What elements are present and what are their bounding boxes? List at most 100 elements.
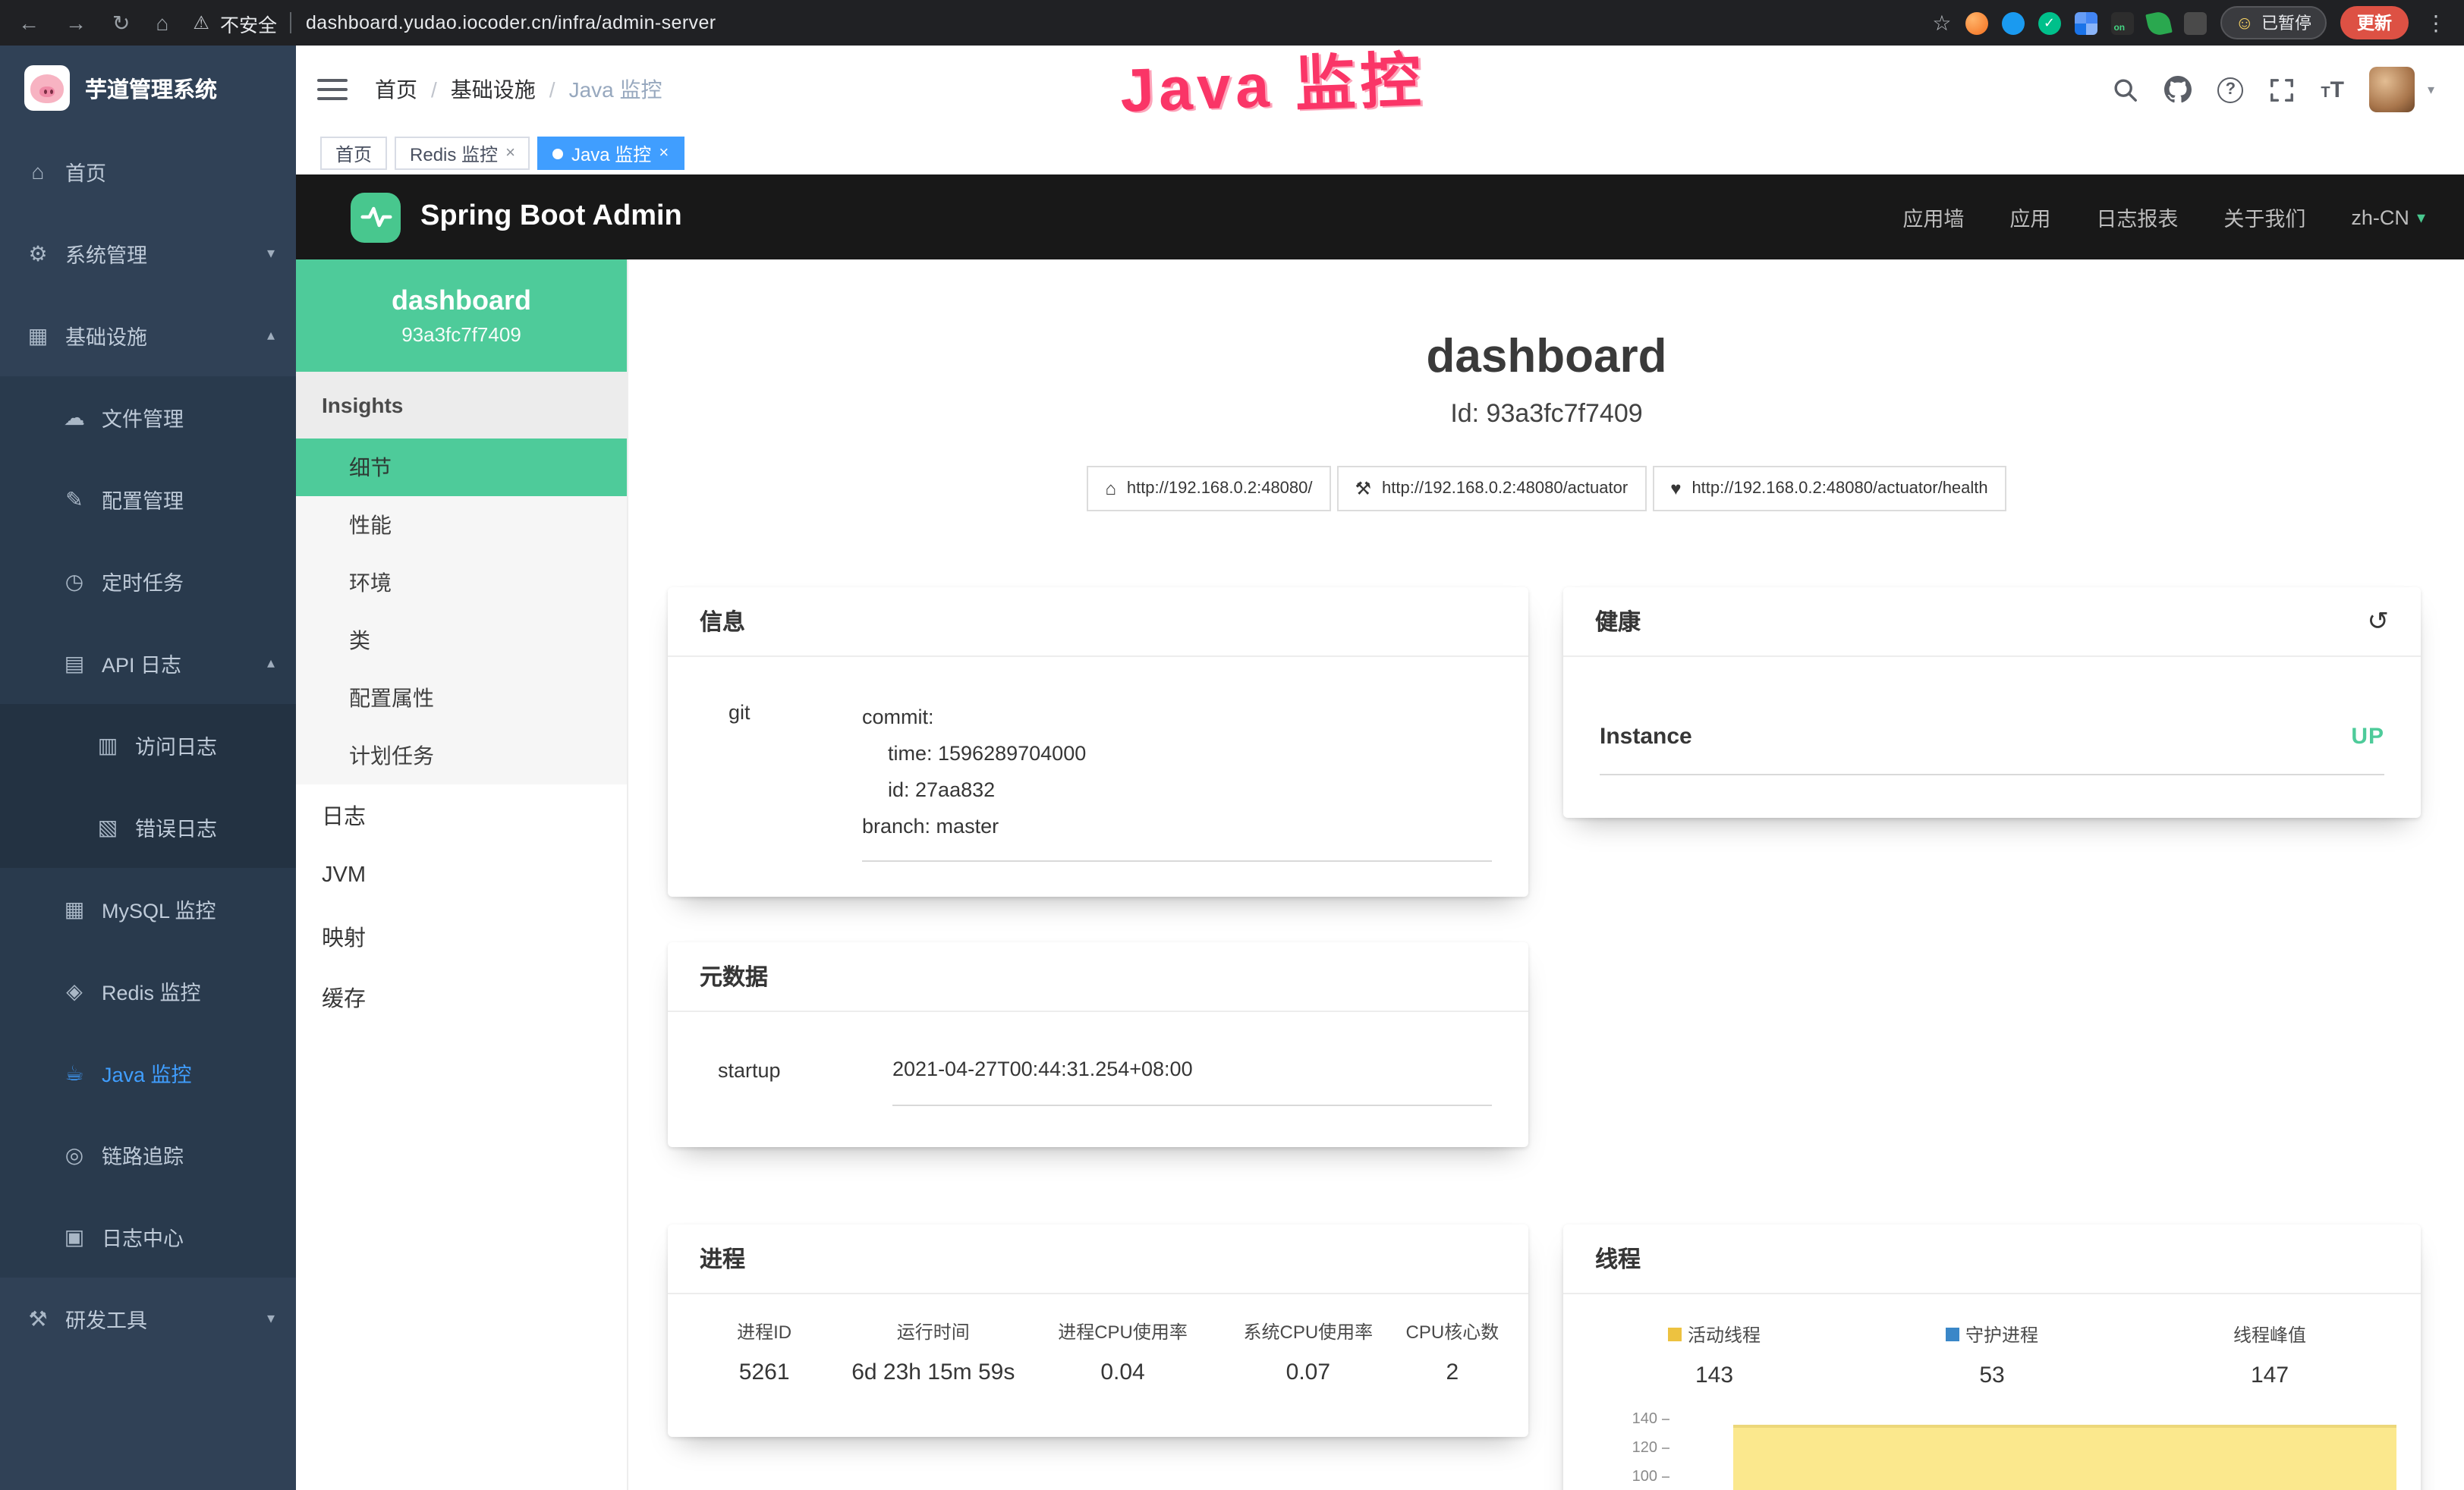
- link-label: http://192.168.0.2:48080/: [1127, 479, 1313, 498]
- sidebar-item-config-mgmt[interactable]: ✎ 配置管理: [0, 458, 296, 540]
- sidebar-item-log-center[interactable]: ▣ 日志中心: [0, 1196, 296, 1278]
- health-card: 健康 ↺ Instance UP: [1563, 587, 2421, 818]
- health-row: Instance UP: [1600, 724, 2384, 775]
- check-extension-icon[interactable]: ✓: [2038, 11, 2060, 34]
- process-card-header: 进程: [668, 1224, 1528, 1294]
- tab-java-monitor[interactable]: Java 监控 ×: [538, 137, 684, 170]
- sba-item-mappings[interactable]: 映射: [296, 906, 627, 967]
- security-label: 不安全: [220, 8, 277, 37]
- github-icon[interactable]: [2164, 76, 2192, 103]
- sba-item-details[interactable]: 细节: [296, 439, 627, 496]
- sidebar-item-home[interactable]: ⌂ 首页: [0, 130, 296, 212]
- breadcrumb-separator: /: [431, 77, 437, 102]
- sba-section-insights: Insights: [296, 372, 627, 439]
- close-icon[interactable]: ×: [659, 144, 669, 162]
- sidebar-item-java-monitor[interactable]: ☕ Java 监控: [0, 1032, 296, 1114]
- back-icon[interactable]: ←: [18, 11, 39, 35]
- git-commit-line: commit:: [862, 699, 1492, 736]
- search-icon[interactable]: [2113, 77, 2138, 102]
- card-title: 健康: [1595, 605, 1641, 637]
- breadcrumb-infrastructure[interactable]: 基础设施: [451, 74, 536, 105]
- legend-value: 147: [2131, 1363, 2409, 1388]
- app-sidebar: 芋道管理系统 ⌂ 首页 ⚙ 系统管理 ▾ ▦ 基础设施 ▴ ☁ 文件管理 ✎: [0, 46, 296, 1490]
- health-url-link[interactable]: ♥ http://192.168.0.2:48080/actuator/heal…: [1652, 466, 2006, 511]
- sba-logo-icon[interactable]: [351, 192, 401, 242]
- reload-icon[interactable]: ↻: [112, 10, 130, 36]
- close-icon[interactable]: ×: [505, 144, 515, 162]
- status-badge: UP: [2351, 724, 2384, 750]
- trace-icon: ◎: [61, 1142, 88, 1168]
- sidebar-item-error-logs[interactable]: ▧ 错误日志: [0, 786, 296, 868]
- app-title: 芋道管理系统: [85, 72, 217, 104]
- sba-item-logs[interactable]: 日志: [296, 784, 627, 845]
- sba-item-jvm[interactable]: JVM: [296, 845, 627, 906]
- sidebar-item-api-logs[interactable]: ▤ API 日志 ▴: [0, 622, 296, 704]
- info-card: 信息 git commit: time: 1596289704000 id: 2…: [668, 587, 1528, 897]
- paused-badge[interactable]: ☺ 已暂停: [2220, 6, 2327, 39]
- process-col-process-cpu: 进程CPU使用率 0.04: [1024, 1319, 1222, 1385]
- sidebar-item-label: 配置管理: [102, 484, 184, 514]
- sba-item-caches[interactable]: 缓存: [296, 967, 627, 1027]
- address-bar[interactable]: ⚠ 不安全 dashboard.yudao.iocoder.cn/infra/a…: [193, 8, 716, 37]
- sba-nav-applications[interactable]: 应用: [2009, 202, 2050, 232]
- sba-nav-wallboard[interactable]: 应用墙: [1902, 202, 1964, 232]
- locale-selector[interactable]: zh-CN ▾: [2351, 206, 2425, 228]
- threads-chart: 140 120 100: [1618, 1397, 2396, 1490]
- help-icon[interactable]: ?: [2217, 77, 2243, 102]
- hamburger-icon[interactable]: [317, 79, 348, 100]
- fullscreen-icon[interactable]: [2269, 77, 2295, 102]
- heart-icon: ♥: [1670, 478, 1681, 499]
- sidebar-item-link-tracing[interactable]: ◎ 链路追踪: [0, 1114, 296, 1196]
- legend-value: 143: [1575, 1363, 1853, 1388]
- health-instance-label: Instance: [1600, 724, 1692, 750]
- process-table: 进程ID 5261 运行时间 6d 23h 15m 59s 进程CPU使用率 0…: [668, 1294, 1528, 1385]
- home-icon[interactable]: ⌂: [156, 11, 168, 35]
- sidebar-item-mysql-monitor[interactable]: ▦ MySQL 监控: [0, 868, 296, 950]
- sidebar-item-redis-monitor[interactable]: ◈ Redis 监控: [0, 950, 296, 1032]
- update-button[interactable]: 更新: [2340, 6, 2409, 39]
- history-icon[interactable]: ↺: [2368, 606, 2390, 637]
- cell-value: 0.04: [1024, 1360, 1222, 1385]
- process-card: 进程 进程ID 5261 运行时间 6d 23h 15m 59s: [668, 1224, 1528, 1437]
- sba-item-config-properties[interactable]: 配置属性: [296, 669, 627, 727]
- leaf-extension-icon[interactable]: [2145, 9, 2173, 36]
- info-key: git: [729, 699, 862, 862]
- sidebar-item-label: 定时任务: [102, 566, 184, 596]
- forward-icon[interactable]: →: [65, 11, 87, 35]
- breadcrumb-home[interactable]: 首页: [375, 74, 417, 105]
- browser-extensions-area: ☆ ✓ ☺ 已暂停 更新 ⋮: [1932, 6, 2447, 39]
- sidebar-item-infrastructure[interactable]: ▦ 基础设施 ▴: [0, 294, 296, 376]
- sidebar-item-system-mgmt[interactable]: ⚙ 系统管理 ▾: [0, 212, 296, 294]
- sba-item-performance[interactable]: 性能: [296, 496, 627, 554]
- browser-menu-icon[interactable]: ⋮: [2425, 10, 2447, 36]
- bookmark-star-icon[interactable]: ☆: [1932, 10, 1951, 36]
- sba-brand[interactable]: Spring Boot Admin: [420, 200, 682, 234]
- sidebar-item-scheduled-tasks[interactable]: ◷ 定时任务: [0, 540, 296, 622]
- metadata-row: startup 2021-04-27T00:44:31.254+08:00: [668, 1012, 1528, 1106]
- card-title: 元数据: [700, 960, 768, 992]
- tab-home[interactable]: 首页: [320, 137, 387, 170]
- service-url-link[interactable]: ⌂ http://192.168.0.2:48080/: [1087, 466, 1330, 511]
- font-size-icon[interactable]: TT: [2321, 77, 2344, 102]
- instance-header[interactable]: dashboard 93a3fc7f7409: [296, 259, 627, 372]
- app-logo-row[interactable]: 芋道管理系统: [0, 46, 296, 130]
- fox-extension-icon[interactable]: [1965, 11, 1987, 34]
- tab-redis-monitor[interactable]: Redis 监控 ×: [395, 137, 530, 170]
- grid-extension-icon[interactable]: [2074, 11, 2097, 34]
- column-header: 进程ID: [686, 1319, 842, 1344]
- sidebar-item-dev-tools[interactable]: ⚒ 研发工具 ▾: [0, 1278, 296, 1360]
- sidebar-item-label: 访问日志: [135, 730, 217, 760]
- actuator-url-link[interactable]: ⚒ http://192.168.0.2:48080/actuator: [1337, 466, 1647, 511]
- sba-item-scheduled-tasks[interactable]: 计划任务: [296, 727, 627, 784]
- drop-extension-icon[interactable]: [2001, 11, 2024, 34]
- sba-item-classes[interactable]: 类: [296, 611, 627, 669]
- toggle-on-extension-icon[interactable]: [2110, 11, 2133, 34]
- sidebar-item-file-mgmt[interactable]: ☁ 文件管理: [0, 376, 296, 458]
- avatar[interactable]: [2370, 67, 2415, 112]
- screen: ← → ↻ ⌂ ⚠ 不安全 dashboard.yudao.iocoder.cn…: [0, 0, 2464, 1490]
- sba-nav-journal[interactable]: 日志报表: [2096, 202, 2178, 232]
- sba-item-environment[interactable]: 环境: [296, 554, 627, 611]
- sidebar-item-access-logs[interactable]: ▥ 访问日志: [0, 704, 296, 786]
- sba-nav-about[interactable]: 关于我们: [2223, 202, 2305, 232]
- puzzle-extension-icon[interactable]: [2183, 11, 2206, 34]
